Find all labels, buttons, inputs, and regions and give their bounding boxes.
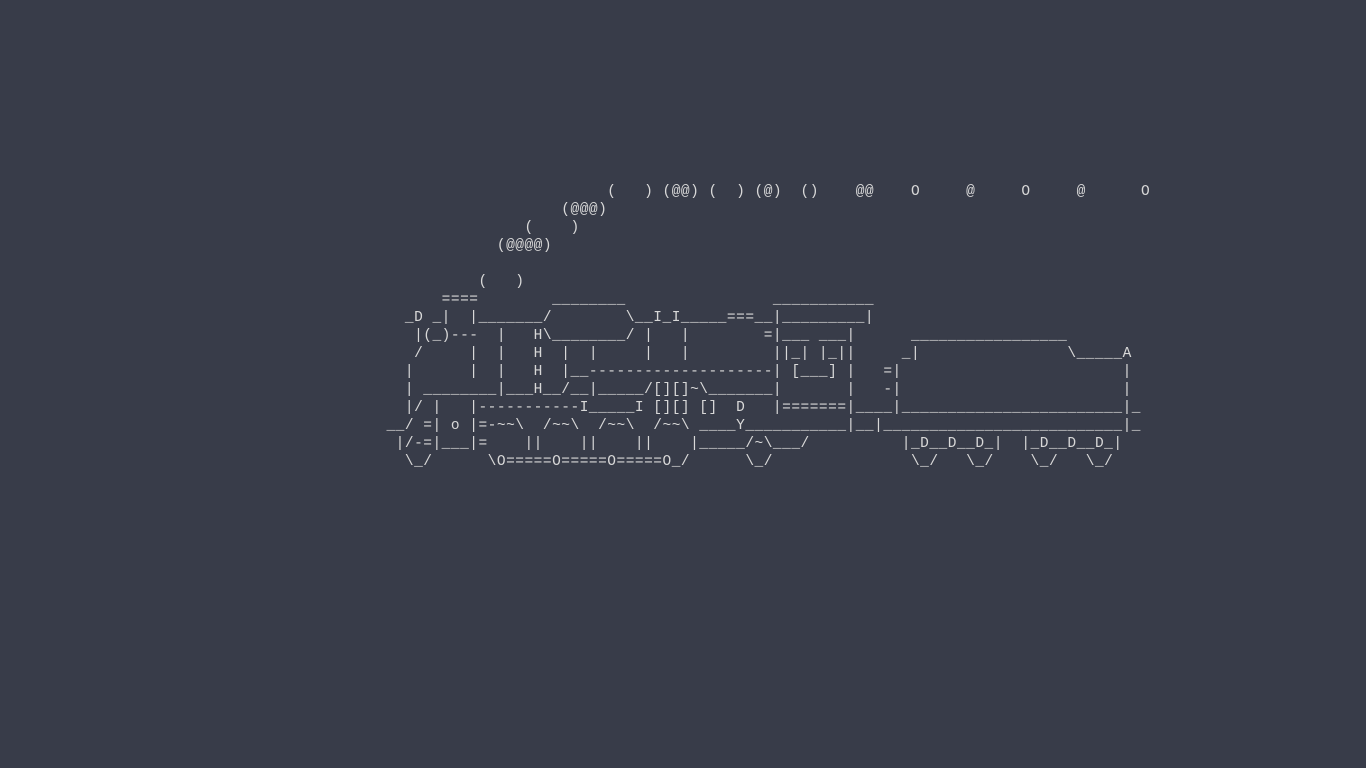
sl-train-ascii: ( ) (@@) ( ) (@) () @@ O @ O @ O (@@@) (…	[0, 183, 1150, 471]
terminal-screen: ( ) (@@) ( ) (@) () @@ O @ O @ O (@@@) (…	[0, 0, 1366, 768]
